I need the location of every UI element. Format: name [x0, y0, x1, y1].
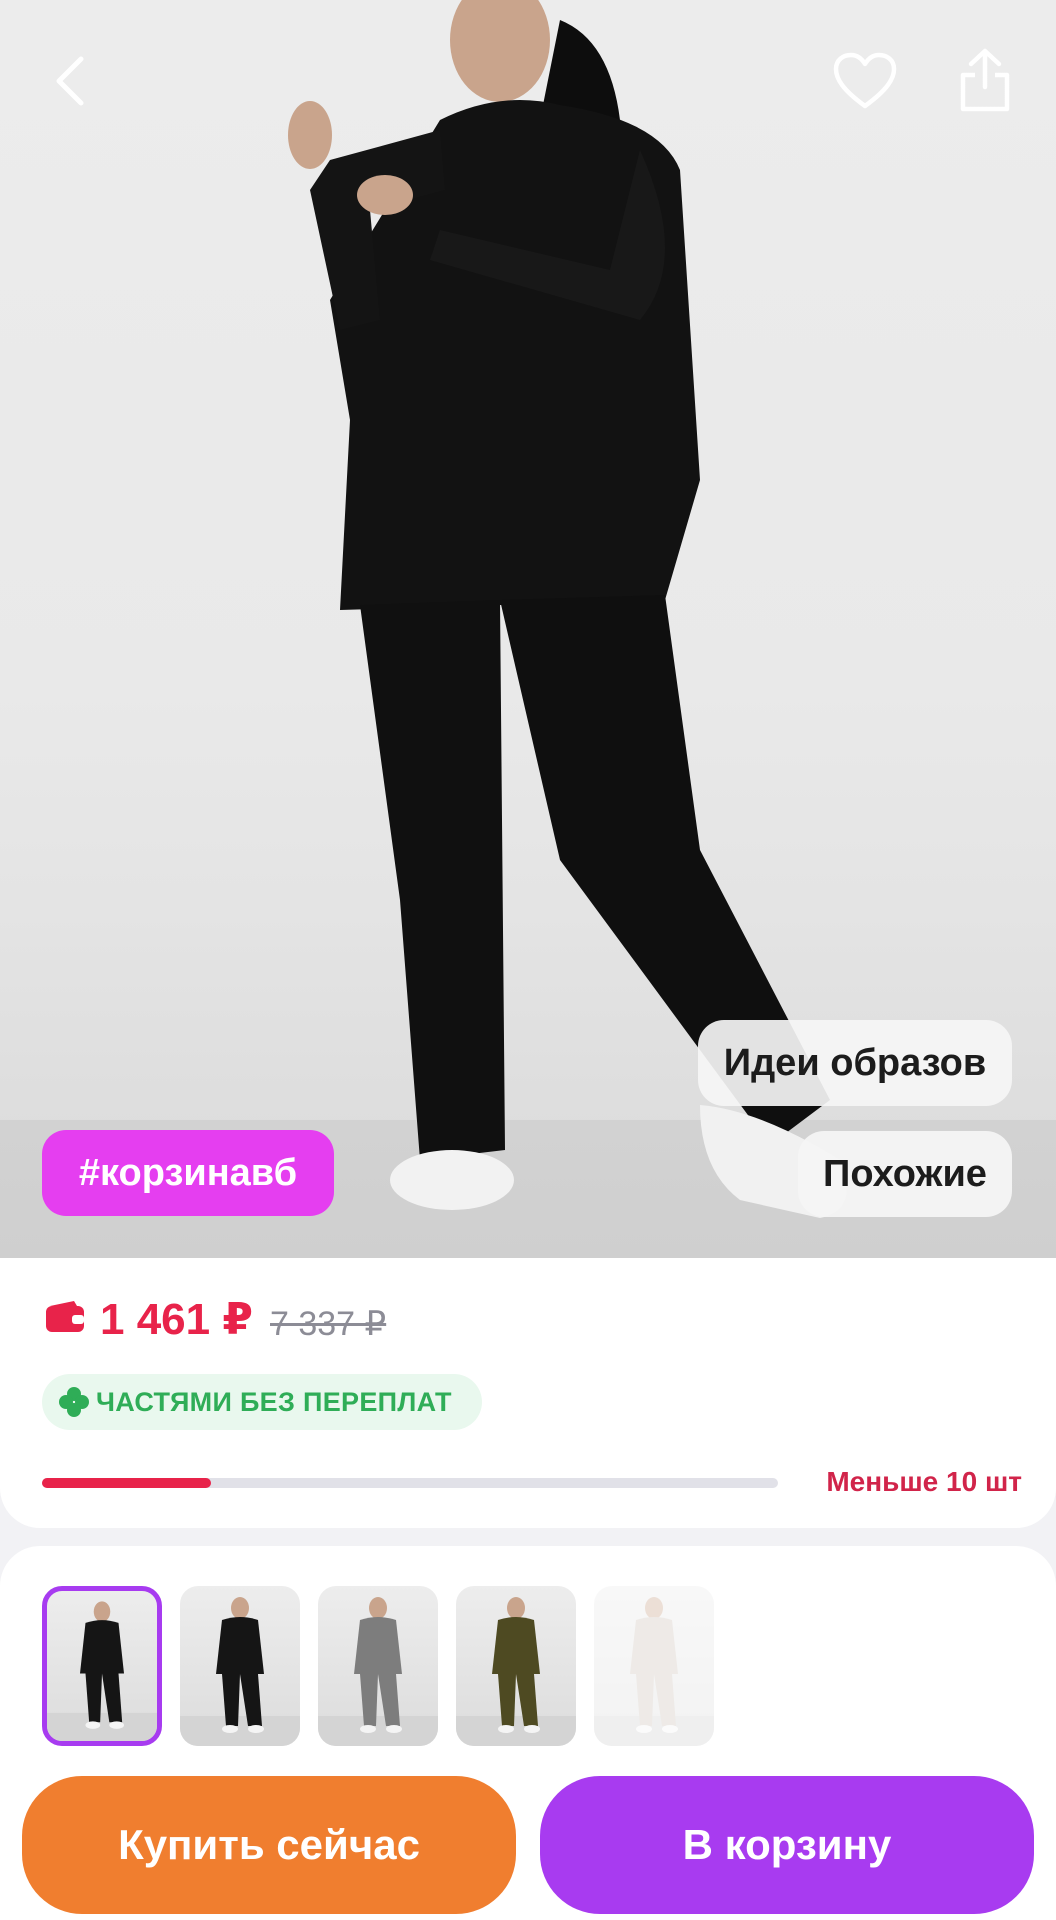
- buy-now-button[interactable]: Купить сейчас: [22, 1776, 516, 1914]
- thumbnail-grey[interactable]: [318, 1586, 438, 1746]
- installment-badge[interactable]: ЧАСТЯМИ БЕЗ ПЕРЕПЛАТ: [42, 1374, 482, 1430]
- thumbnail-beige[interactable]: [594, 1586, 714, 1746]
- product-photo[interactable]: Идеи образов Похожие #корзинавб: [0, 0, 1056, 1258]
- action-bar: Купить сейчас В корзину: [0, 1756, 1056, 1920]
- favorite-button[interactable]: [830, 46, 900, 116]
- add-to-cart-button[interactable]: В корзину: [540, 1776, 1034, 1914]
- back-button[interactable]: [40, 50, 98, 112]
- thumbnail-olive[interactable]: [456, 1586, 576, 1746]
- stock-progress-bar: [42, 1478, 778, 1488]
- chevron-left-icon: [56, 56, 84, 106]
- old-price: 7 337 ₽: [270, 1305, 387, 1343]
- wallet-icon: [46, 1301, 84, 1332]
- installment-label: ЧАСТЯМИ БЕЗ ПЕРЕПЛАТ: [96, 1386, 452, 1417]
- thumbnail-black-front[interactable]: [42, 1586, 162, 1746]
- stock-remaining: Меньше 10 шт: [826, 1466, 1022, 1497]
- share-button[interactable]: [950, 40, 1020, 120]
- share-icon: [960, 48, 1010, 112]
- price-card: 1 461 ₽ 7 337 ₽ ЧАСТЯМИ БЕЗ ПЕРЕПЛАТ Мен…: [0, 1258, 1056, 1528]
- clover-icon: [59, 1387, 89, 1417]
- outfit-ideas-button[interactable]: Идеи образов: [698, 1020, 1012, 1106]
- hashtag-badge[interactable]: #корзинавб: [42, 1130, 334, 1216]
- thumbnail-black-side[interactable]: [180, 1586, 300, 1746]
- similar-button[interactable]: Похожие: [798, 1131, 1012, 1217]
- stock-progress-fill: [42, 1478, 212, 1488]
- current-price: 1 461 ₽: [100, 1295, 253, 1344]
- heart-icon: [833, 52, 897, 109]
- gallery-thumbnails: [0, 1546, 1056, 1786]
